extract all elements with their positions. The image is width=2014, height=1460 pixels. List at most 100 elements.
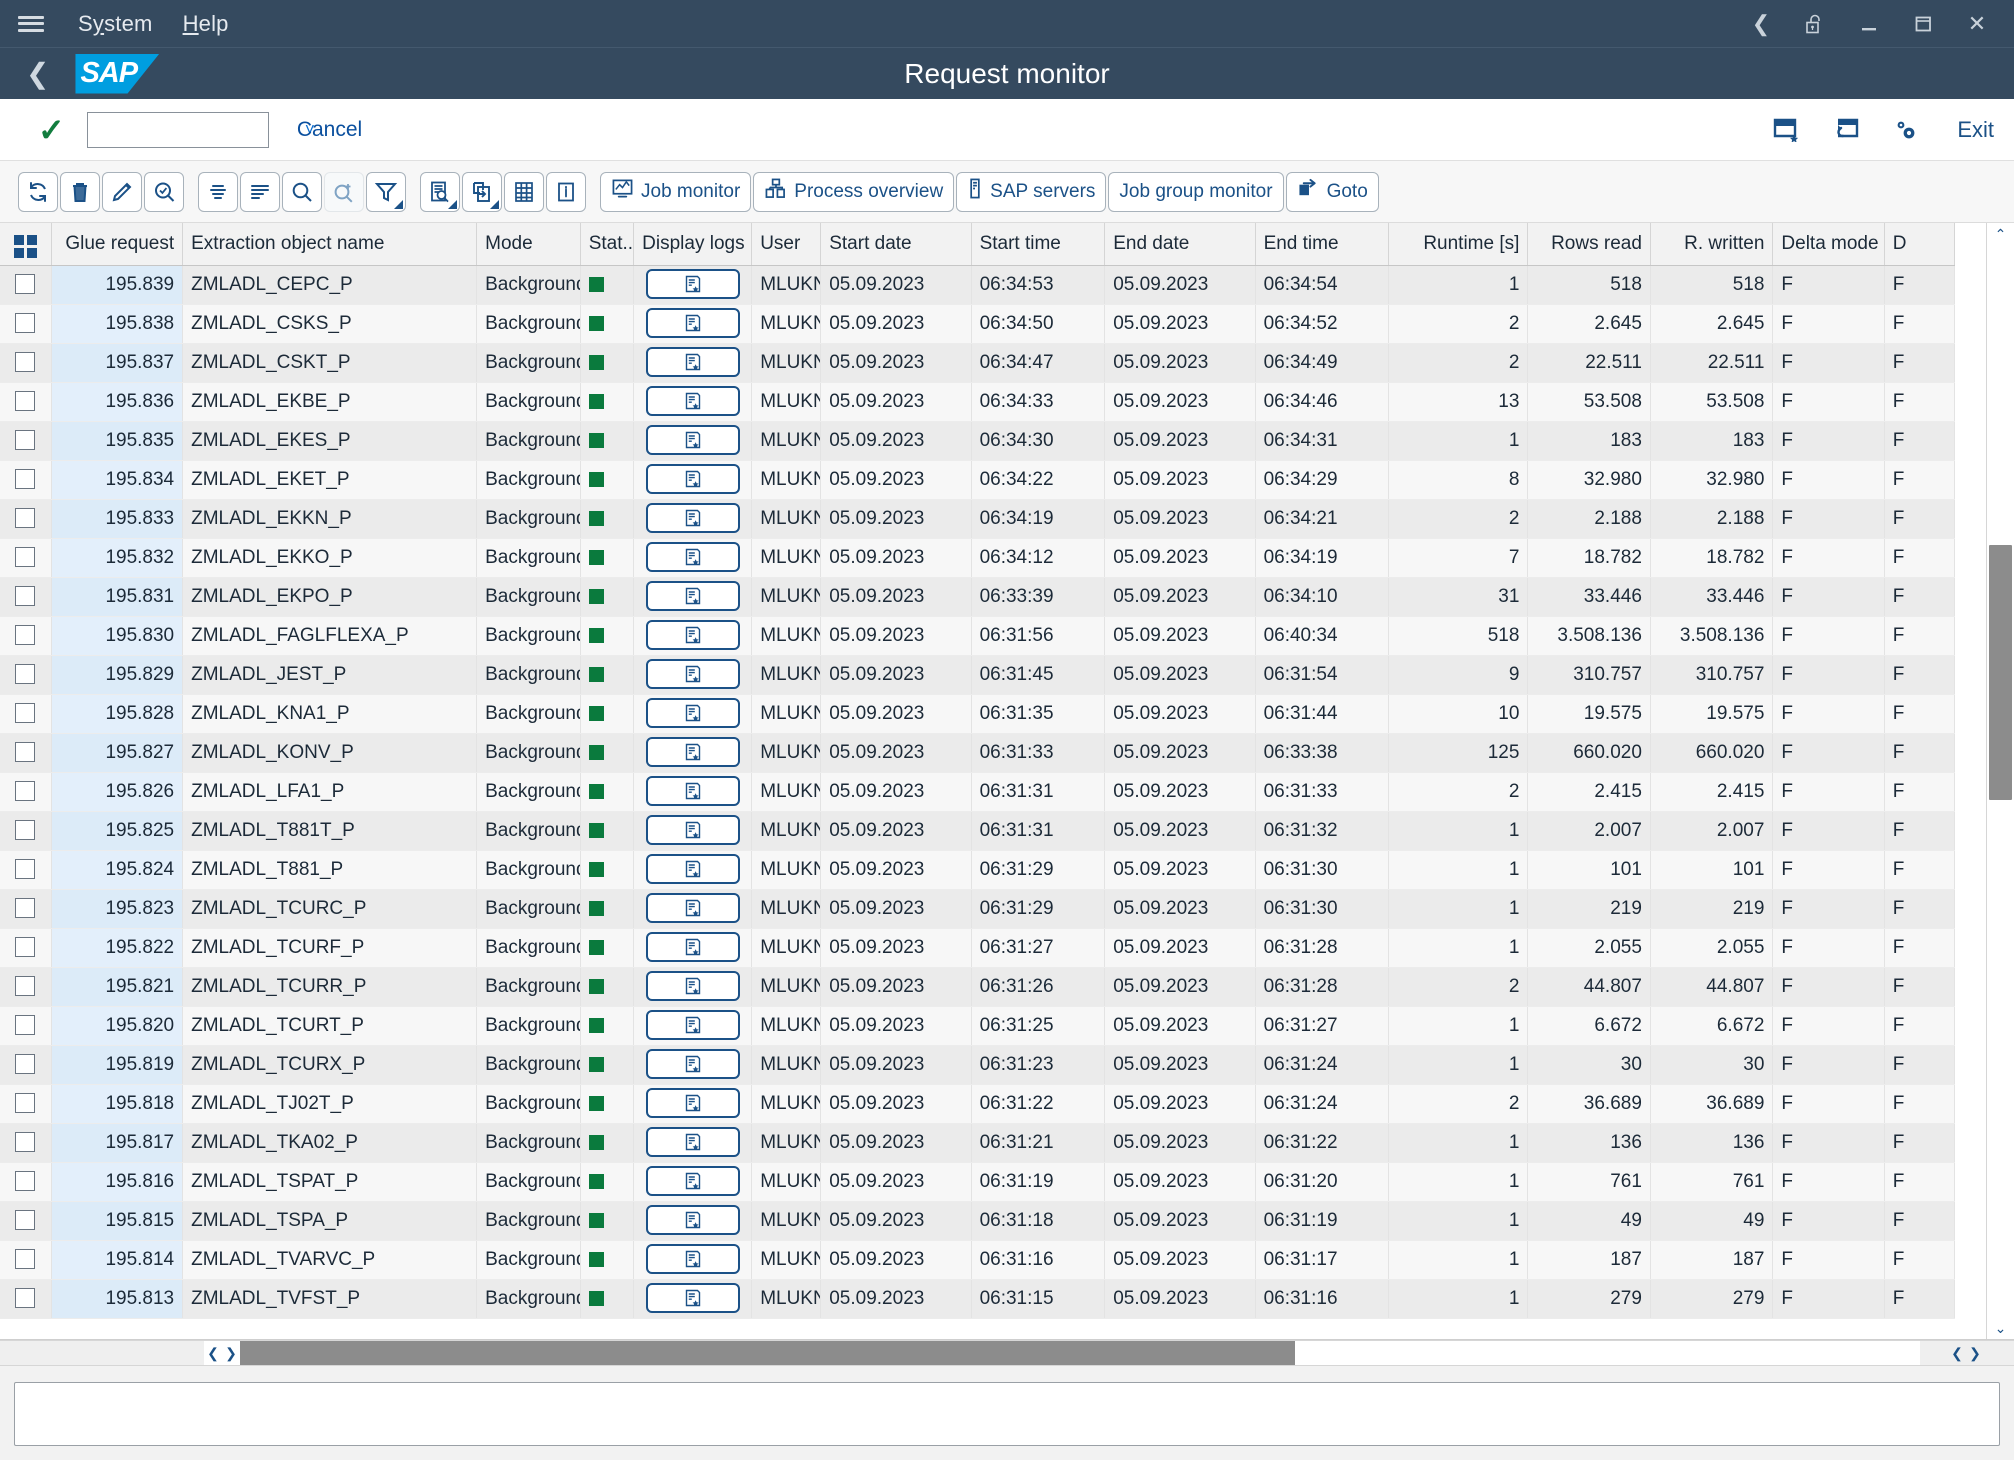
table-row[interactable]: 195.822ZMLADL_TCURF_PBackgroundMLUKN...0… xyxy=(0,928,1956,968)
col-header-rows-read[interactable]: Rows read xyxy=(1527,223,1651,266)
cell-display-logs[interactable] xyxy=(633,1084,753,1124)
cell-display-logs[interactable] xyxy=(633,499,753,539)
table-row[interactable]: 195.831ZMLADL_EKPO_PBackgroundMLUKN...05… xyxy=(0,577,1956,617)
col-header-extraction-object-name[interactable]: Extraction object name xyxy=(182,223,478,266)
check-search-icon[interactable] xyxy=(144,171,184,212)
table-row[interactable]: 195.829ZMLADL_JEST_PBackgroundMLUKN...05… xyxy=(0,655,1956,695)
table-row[interactable]: 195.833ZMLADL_EKKN_PBackgroundMLUKN...05… xyxy=(0,499,1956,539)
cell-display-logs[interactable] xyxy=(633,1201,753,1241)
scroll-right-arrow-icon[interactable]: ❯ xyxy=(222,1345,240,1362)
row-checkbox[interactable] xyxy=(15,586,36,607)
export-icon[interactable] xyxy=(462,171,502,212)
row-select-cell[interactable] xyxy=(0,1162,52,1202)
row-checkbox[interactable] xyxy=(15,820,36,841)
command-field[interactable]: ˅ xyxy=(86,111,315,148)
display-logs-button[interactable] xyxy=(645,1088,740,1118)
col-header-user[interactable]: User xyxy=(751,223,822,266)
col-header-display-logs[interactable]: Display logs xyxy=(633,223,753,266)
table-row[interactable]: 195.839ZMLADL_CEPC_PBackgroundMLUKN...05… xyxy=(0,265,1956,305)
row-select-cell[interactable] xyxy=(0,304,52,344)
hscroll-track[interactable] xyxy=(240,1341,1920,1365)
row-select-cell[interactable] xyxy=(0,421,52,461)
table-row[interactable]: 195.832ZMLADL_EKKO_PBackgroundMLUKN...05… xyxy=(0,538,1956,578)
check-icon[interactable]: ✓ xyxy=(38,111,65,149)
select-all-icon[interactable] xyxy=(13,235,37,259)
row-checkbox[interactable] xyxy=(15,1210,36,1231)
maximize-icon[interactable] xyxy=(1910,11,1936,37)
vscroll-thumb[interactable] xyxy=(1989,545,2012,800)
row-select-cell[interactable] xyxy=(0,811,52,851)
cell-display-logs[interactable] xyxy=(633,850,753,890)
col-header-delta-mode[interactable]: Delta mode xyxy=(1772,223,1885,266)
cell-display-logs[interactable] xyxy=(633,694,753,734)
display-logs-button[interactable] xyxy=(645,269,740,299)
table-row[interactable]: 195.820ZMLADL_TCURT_PBackgroundMLUKN...0… xyxy=(0,1006,1956,1046)
message-box[interactable] xyxy=(14,1382,2000,1446)
row-select-cell[interactable] xyxy=(0,1279,52,1319)
table-row[interactable]: 195.826ZMLADL_LFA1_PBackgroundMLUKN...05… xyxy=(0,772,1956,812)
row-select-cell[interactable] xyxy=(0,1006,52,1046)
row-checkbox[interactable] xyxy=(15,859,36,880)
goto-button[interactable]: Goto xyxy=(1285,171,1379,212)
table-row[interactable]: 195.824ZMLADL_T881_PBackgroundMLUKN...05… xyxy=(0,850,1956,890)
row-select-cell[interactable] xyxy=(0,577,52,617)
row-select-cell[interactable] xyxy=(0,655,52,695)
col-header-end-date[interactable]: End date xyxy=(1104,223,1256,266)
row-select-cell[interactable] xyxy=(0,850,52,890)
row-checkbox[interactable] xyxy=(15,508,36,529)
back-icon[interactable]: ❮ xyxy=(1748,11,1774,37)
refresh-icon[interactable] xyxy=(18,171,58,212)
row-select-cell[interactable] xyxy=(0,1123,52,1163)
row-select-cell[interactable] xyxy=(0,928,52,968)
row-checkbox[interactable] xyxy=(15,1249,36,1270)
cell-display-logs[interactable] xyxy=(633,1279,753,1319)
col-header-start-time[interactable]: Start time xyxy=(971,223,1106,266)
process-overview-button[interactable]: Process overview xyxy=(753,171,955,212)
row-checkbox[interactable] xyxy=(15,664,36,685)
col-header-end-time[interactable]: End time xyxy=(1255,223,1390,266)
display-logs-button[interactable] xyxy=(645,308,740,338)
table-row[interactable]: 195.834ZMLADL_EKET_PBackgroundMLUKN...05… xyxy=(0,460,1956,500)
cell-display-logs[interactable] xyxy=(633,265,753,305)
display-logs-button[interactable] xyxy=(645,893,740,923)
info-icon[interactable] xyxy=(546,171,586,212)
hscroll-left-arrows[interactable]: ❮ ❯ xyxy=(204,1341,240,1365)
menu-system[interactable]: System xyxy=(78,11,153,37)
row-select-cell[interactable] xyxy=(0,1201,52,1241)
scroll-left-arrow-icon[interactable]: ❮ xyxy=(204,1345,222,1362)
display-logs-button[interactable] xyxy=(645,1244,740,1274)
menu-help[interactable]: Help xyxy=(183,11,229,37)
cell-display-logs[interactable] xyxy=(633,811,753,851)
row-select-cell[interactable] xyxy=(0,1240,52,1280)
table-row[interactable]: 195.827ZMLADL_KONV_PBackgroundMLUKN...05… xyxy=(0,733,1956,773)
scroll-up-arrow-icon[interactable]: ⌃ xyxy=(1995,223,2007,245)
col-header-mode[interactable]: Mode xyxy=(476,223,581,266)
find-next-icon[interactable] xyxy=(324,171,364,212)
row-select-cell[interactable] xyxy=(0,772,52,812)
table-row[interactable]: 195.837ZMLADL_CSKT_PBackgroundMLUKN...05… xyxy=(0,343,1956,383)
select-all-header[interactable] xyxy=(0,223,52,266)
cell-display-logs[interactable] xyxy=(633,1006,753,1046)
cell-display-logs[interactable] xyxy=(633,304,753,344)
scroll-right-arrow-end-icon[interactable]: ❯ xyxy=(1966,1345,1984,1362)
row-select-cell[interactable] xyxy=(0,694,52,734)
customize-icon[interactable] xyxy=(1891,116,1921,144)
spreadsheet-icon[interactable] xyxy=(504,171,544,212)
cell-display-logs[interactable] xyxy=(633,655,753,695)
filter-dropdown-caret-icon[interactable] xyxy=(394,199,403,209)
row-checkbox[interactable] xyxy=(15,781,36,802)
row-checkbox[interactable] xyxy=(15,1093,36,1114)
detail-list-icon[interactable] xyxy=(198,171,238,212)
row-select-cell[interactable] xyxy=(0,967,52,1007)
filter-icon[interactable] xyxy=(366,171,406,212)
row-checkbox[interactable] xyxy=(15,703,36,724)
hscroll-thumb[interactable] xyxy=(240,1341,1295,1365)
cell-display-logs[interactable] xyxy=(633,733,753,773)
print-dropdown-caret-icon[interactable] xyxy=(448,199,457,209)
cell-display-logs[interactable] xyxy=(633,343,753,383)
table-row[interactable]: 195.823ZMLADL_TCURC_PBackgroundMLUKN...0… xyxy=(0,889,1956,929)
row-checkbox[interactable] xyxy=(15,976,36,997)
table-row[interactable]: 195.815ZMLADL_TSPA_PBackgroundMLUKN...05… xyxy=(0,1201,1956,1241)
row-checkbox[interactable] xyxy=(15,1015,36,1036)
display-logs-button[interactable] xyxy=(645,1283,740,1313)
